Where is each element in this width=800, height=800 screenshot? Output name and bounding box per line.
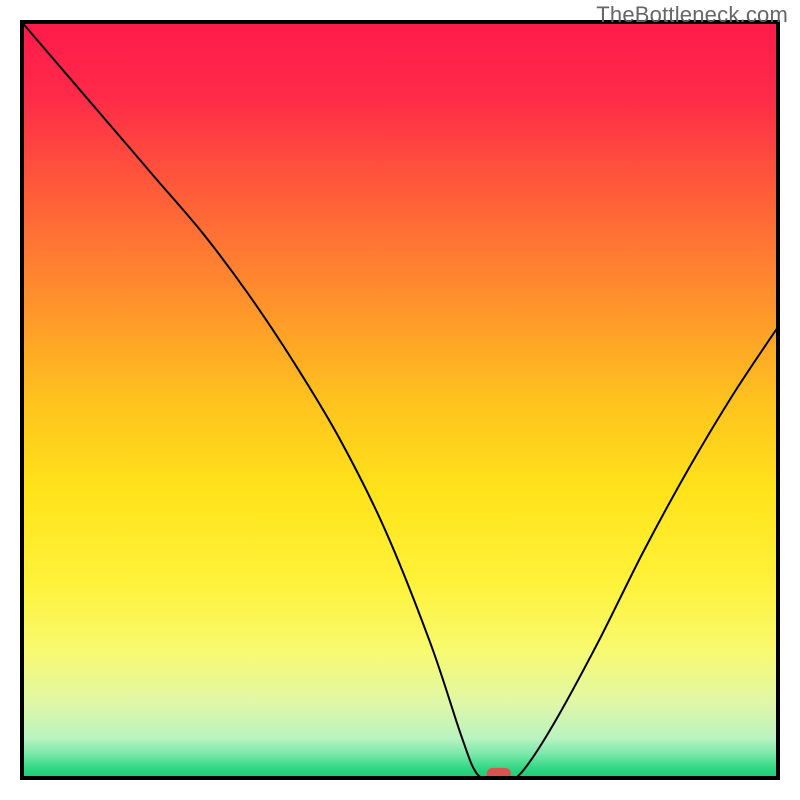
chart-container: TheBottleneck.com xyxy=(0,0,800,800)
watermark-text: TheBottleneck.com xyxy=(596,2,788,28)
plot-area xyxy=(20,20,780,780)
bottleneck-chart xyxy=(20,20,780,780)
gradient-background xyxy=(20,20,780,780)
